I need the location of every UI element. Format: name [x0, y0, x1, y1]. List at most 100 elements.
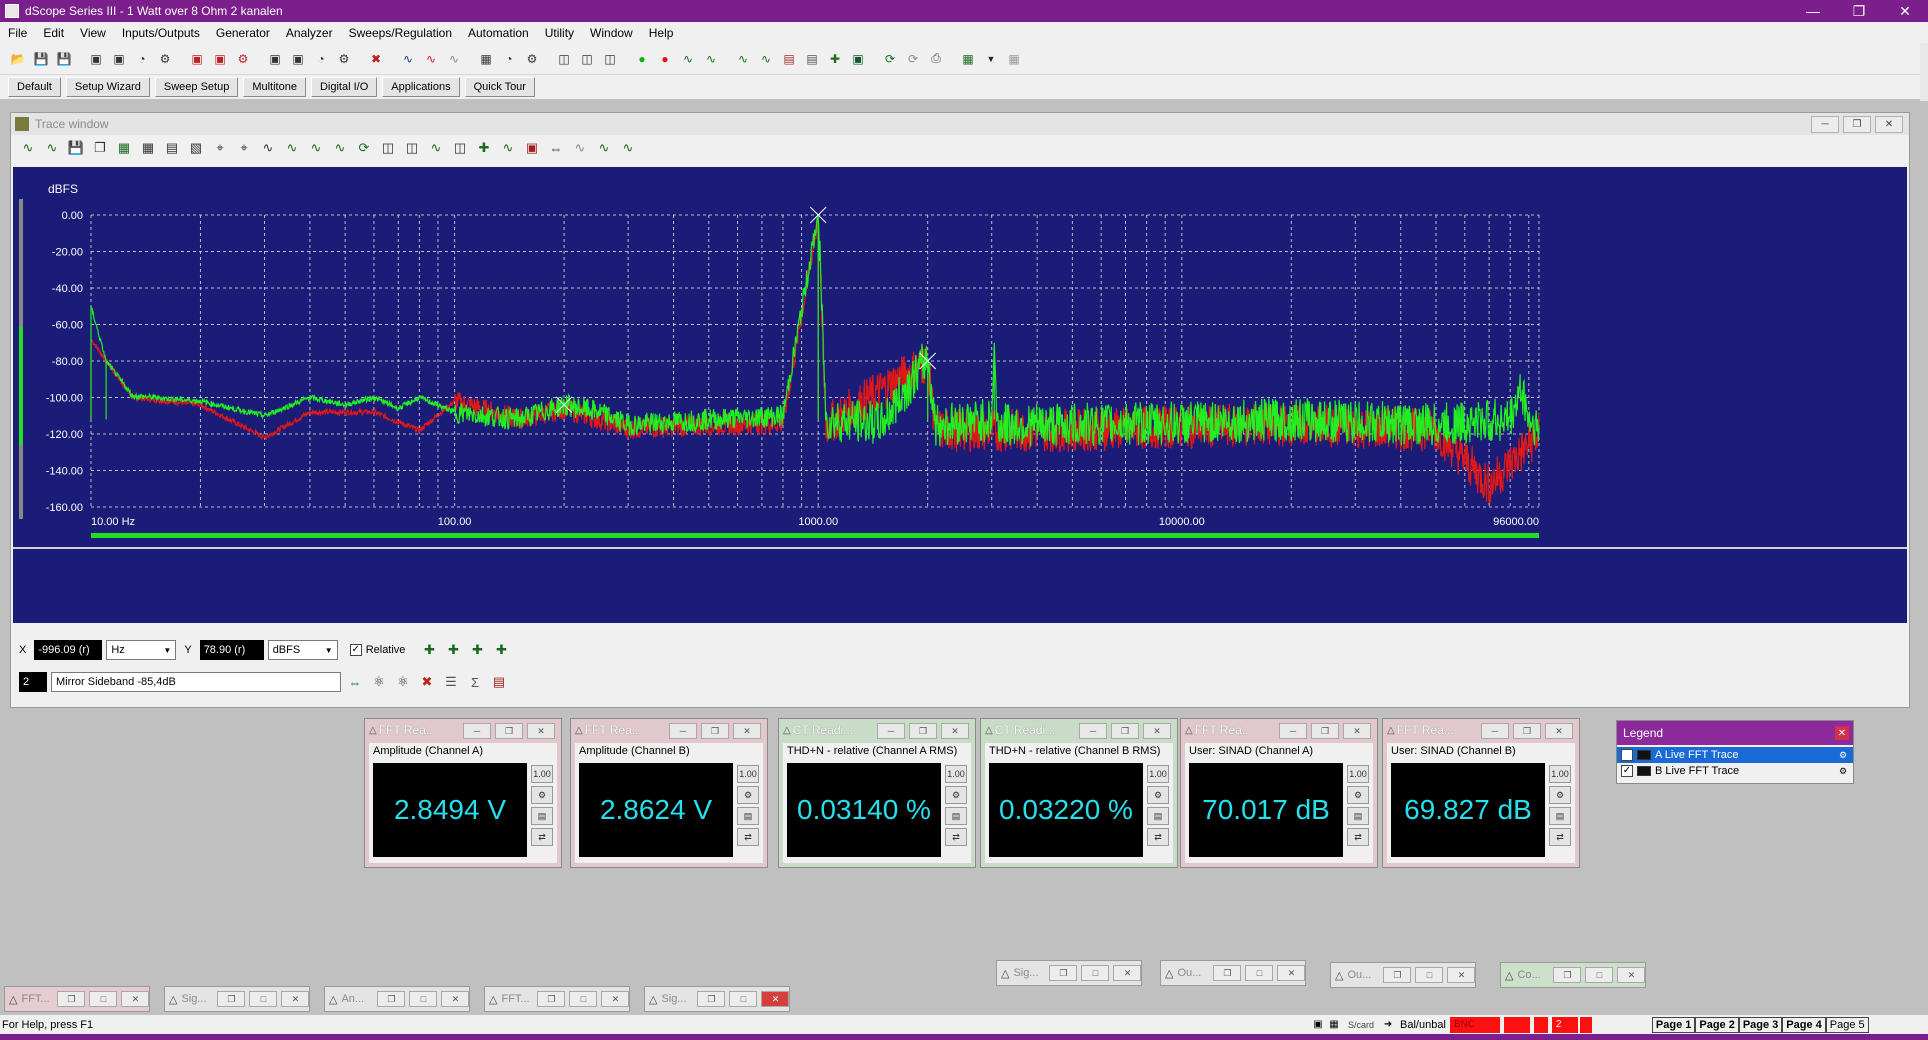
- restore-button[interactable]: ❐: [1213, 965, 1242, 981]
- reader-settings-icon[interactable]: ⚙: [1147, 786, 1169, 804]
- reader-minimize-button[interactable]: ─: [877, 723, 905, 739]
- restore-button[interactable]: ❐: [697, 991, 726, 1007]
- trace-copy-icon[interactable]: ❐: [91, 139, 109, 157]
- wave-icon[interactable]: ∿: [571, 139, 589, 157]
- fft-chart-svg[interactable]: dBFS 0.00 -20.00 -40.00 -60.00 -80.00 -100.00 -…: [13, 167, 1907, 623]
- close-button[interactable]: ✕: [281, 991, 310, 1007]
- cursor-left-icon[interactable]: ∿: [283, 139, 301, 157]
- legend-item-a[interactable]: ✓ A Live FFT Trace ⚙: [1617, 747, 1853, 763]
- marker-sum-icon[interactable]: Σ: [465, 672, 485, 692]
- page-3-button[interactable]: Page 3: [1738, 1016, 1783, 1033]
- minimize-button[interactable]: —: [1790, 0, 1836, 22]
- close-button[interactable]: ✕: [1277, 965, 1306, 981]
- menu-analyzer[interactable]: Analyzer: [278, 26, 341, 40]
- marker-apply-icon[interactable]: ⇔: [345, 672, 365, 692]
- minimized-window[interactable]: △ An... ❐ □ ✕: [324, 986, 471, 1012]
- close-button[interactable]: ✕: [121, 991, 150, 1007]
- reader-close-button[interactable]: ✕: [941, 723, 969, 739]
- reader-titlebar[interactable]: △ CT Readi... ─ ❐ ✕: [981, 719, 1177, 741]
- close-button[interactable]: ✕: [1617, 967, 1646, 983]
- dropdown-icon[interactable]: ▼: [981, 49, 1001, 69]
- reader-minimize-button[interactable]: ─: [1079, 723, 1107, 739]
- menu-file[interactable]: File: [0, 26, 35, 40]
- reader-settings-icon[interactable]: ⚙: [1549, 786, 1571, 804]
- marker-text-input[interactable]: Mirror Sideband -85,4dB: [51, 672, 341, 692]
- reader-graph-icon[interactable]: ▤: [1147, 807, 1169, 825]
- delta-icon[interactable]: ▣: [523, 139, 541, 157]
- reader-minimize-button[interactable]: ─: [463, 723, 491, 739]
- page-4-button[interactable]: Page 4: [1782, 1016, 1826, 1033]
- cursor-peak-icon[interactable]: ∿: [331, 139, 349, 157]
- reader-settings-icon[interactable]: ⚙: [945, 786, 967, 804]
- reader-graph-icon[interactable]: ▤: [531, 807, 553, 825]
- printer-icon[interactable]: ⎙: [926, 49, 946, 69]
- reader-graph-icon[interactable]: ▤: [1549, 807, 1571, 825]
- reader-100-icon[interactable]: 1.00: [1549, 765, 1571, 783]
- marker-add-icon[interactable]: ✚: [419, 640, 439, 660]
- reader-100-icon[interactable]: 1.00: [531, 765, 553, 783]
- trace-graph-b-icon[interactable]: ▦: [139, 139, 157, 157]
- script-icon[interactable]: ▦: [958, 49, 978, 69]
- vertical-scrollbar[interactable]: [1920, 43, 1928, 101]
- trace-close-button[interactable]: ✕: [1875, 116, 1903, 133]
- maximize-button[interactable]: □: [569, 991, 598, 1007]
- cursor-y-unit-select[interactable]: dBFS ▼: [267, 640, 338, 660]
- output-off-a-icon[interactable]: ▣: [187, 49, 207, 69]
- trace-table-icon[interactable]: ▤: [163, 139, 181, 157]
- cursor-reset-icon[interactable]: ⟳: [355, 139, 373, 157]
- reader-arrows-icon[interactable]: ⇄: [737, 828, 759, 846]
- legend-item-b[interactable]: ✓ B Live FFT Trace ⚙: [1617, 763, 1853, 779]
- reader-arrows-icon[interactable]: ⇄: [1147, 828, 1169, 846]
- legend-close-button[interactable]: ✕: [1835, 726, 1849, 740]
- menu-view[interactable]: View: [72, 26, 114, 40]
- reader-arrows-icon[interactable]: ⇄: [1347, 828, 1369, 846]
- save-as-icon[interactable]: 💾: [54, 49, 74, 69]
- output-off-b-icon[interactable]: ▣: [210, 49, 230, 69]
- zoom-fit-icon[interactable]: ⌖: [211, 139, 229, 157]
- wave-b-icon[interactable]: ∿: [595, 139, 613, 157]
- reader-graph-icon[interactable]: ▤: [945, 807, 967, 825]
- trace-b-icon[interactable]: ∿: [756, 49, 776, 69]
- legend-item-a-checkbox[interactable]: ✓: [1621, 749, 1633, 761]
- reader-settings-icon[interactable]: ⚙: [531, 786, 553, 804]
- minimized-window[interactable]: △ FFT... ❐ □ ✕: [4, 986, 151, 1012]
- measure-b-icon[interactable]: ◫: [403, 139, 421, 157]
- trace-add-icon[interactable]: ∿: [19, 139, 37, 157]
- minimized-window[interactable]: △ Co... ❐ □ ✕: [1500, 962, 1647, 988]
- reader-close-button[interactable]: ✕: [1343, 723, 1371, 739]
- maximize-button[interactable]: □: [409, 991, 438, 1007]
- cursor-x-value[interactable]: -996.09 (r): [34, 640, 103, 660]
- menu-generator[interactable]: Generator: [208, 26, 278, 40]
- reader-restore-button[interactable]: ❐: [1311, 723, 1339, 739]
- minimized-window[interactable]: △ FFT... ❐ □ ✕: [484, 986, 631, 1012]
- restore-button[interactable]: ❐: [217, 991, 246, 1007]
- measure-c-icon[interactable]: ∿: [427, 139, 445, 157]
- scale-icon[interactable]: ◫: [451, 139, 469, 157]
- trace-window-titlebar[interactable]: Trace window ─ ❐ ✕: [11, 113, 1909, 135]
- fft-plot[interactable]: dBFS 0.00 -20.00 -40.00 -60.00 -80.00 -100.00 -…: [13, 167, 1907, 623]
- maximize-button[interactable]: □: [249, 991, 278, 1007]
- minimized-window[interactable]: △ Sig... ❐ □ ✕: [996, 960, 1143, 986]
- meter-icon[interactable]: ◔: [499, 49, 519, 69]
- applications-button[interactable]: Applications: [382, 77, 460, 97]
- analyzer-b-icon[interactable]: ∿: [421, 49, 441, 69]
- page-5-button[interactable]: Page 5: [1825, 1016, 1869, 1033]
- maximize-button[interactable]: □: [1415, 967, 1444, 983]
- measure-icon[interactable]: ◫: [379, 139, 397, 157]
- menu-inputs-outputs[interactable]: Inputs/Outputs: [114, 26, 208, 40]
- input-off-icon[interactable]: ✖: [366, 49, 386, 69]
- marker-add-icon[interactable]: ✚: [475, 139, 493, 157]
- menu-help[interactable]: Help: [641, 26, 682, 40]
- setup-wizard-button[interactable]: Setup Wizard: [65, 77, 150, 97]
- close-button[interactable]: ✕: [1113, 965, 1142, 981]
- marker-delete-icon[interactable]: ✖: [417, 672, 437, 692]
- readings-a-icon[interactable]: ◫: [554, 49, 574, 69]
- reader-graph-icon[interactable]: ▤: [1347, 807, 1369, 825]
- maximize-button[interactable]: □: [1585, 967, 1614, 983]
- restore-button[interactable]: ❐: [537, 991, 566, 1007]
- reader-restore-button[interactable]: ❐: [495, 723, 523, 739]
- marker-list-icon[interactable]: ☰: [441, 672, 461, 692]
- minimized-window[interactable]: △ Ou... ❐ □ ✕: [1330, 962, 1477, 988]
- reader-close-button[interactable]: ✕: [1143, 723, 1171, 739]
- reader-minimize-button[interactable]: ─: [669, 723, 697, 739]
